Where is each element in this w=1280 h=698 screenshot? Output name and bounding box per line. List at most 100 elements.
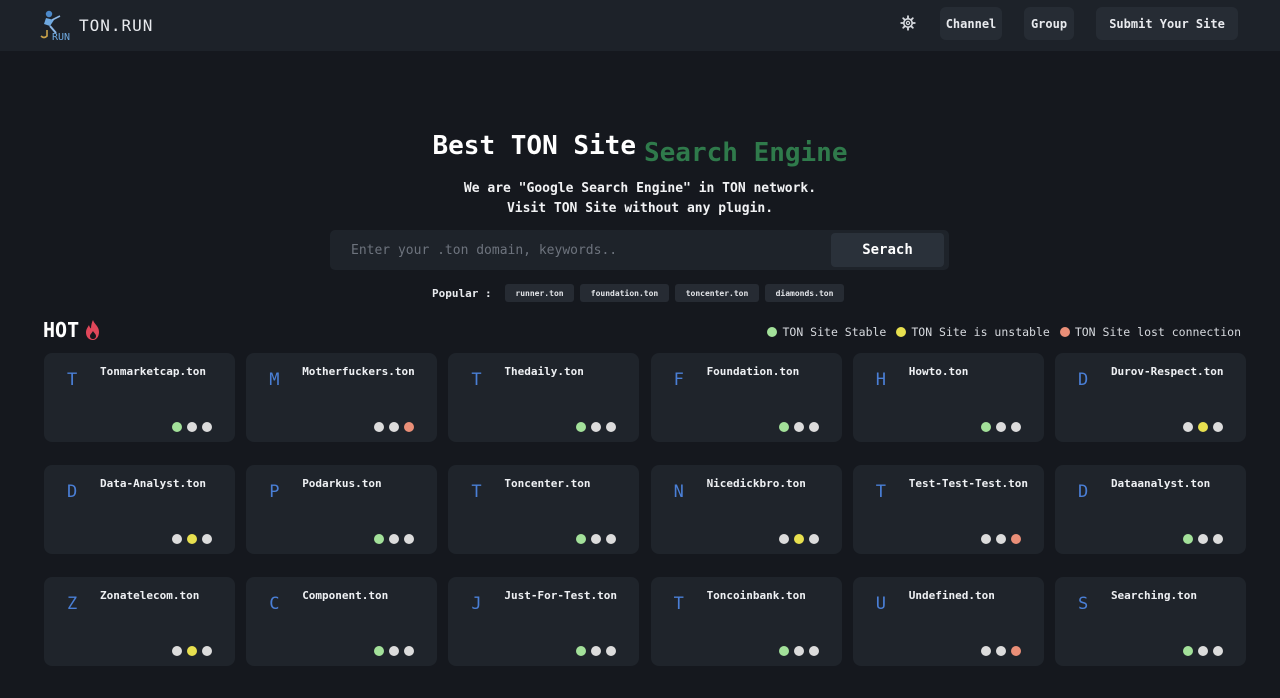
site-name: Undefined.ton — [908, 589, 995, 602]
submit-your-site-button[interactable]: Submit Your Site — [1096, 7, 1238, 40]
site-initial: T — [673, 594, 684, 614]
brand-link[interactable]: RUN TON.RUN — [38, 8, 153, 42]
site-status-dots — [571, 534, 617, 544]
site-initial: D — [1077, 482, 1089, 502]
site-name: Test-Test-Test.ton — [908, 477, 1028, 490]
legend-dot — [1059, 327, 1070, 337]
status-dot — [1197, 646, 1208, 656]
popular-chip-toncenter[interactable]: toncenter.ton — [675, 284, 759, 302]
status-dot — [793, 646, 804, 656]
site-name: Foundation.ton — [706, 365, 800, 378]
site-name: Toncoinbank.ton — [706, 589, 806, 602]
site-status-dots — [976, 646, 1021, 656]
site-status-dots — [369, 646, 415, 656]
site-initial: J — [471, 594, 482, 614]
site-card[interactable]: D Durov-Respect.ton — [1054, 353, 1246, 442]
site-name: Nicedickbro.ton — [706, 477, 806, 490]
status-dot — [576, 646, 587, 656]
site-card[interactable]: U Undefined.ton — [852, 577, 1044, 666]
hero-title-primary: Best TON Site — [432, 131, 637, 161]
hero-subtitle-line-1: We are "Google Search Engine" in TON net… — [463, 181, 817, 196]
status-dot — [1212, 534, 1223, 544]
site-name: Motherfuckers.ton — [302, 365, 415, 378]
status-dot — [1197, 422, 1208, 432]
site-initial: F — [673, 370, 684, 390]
status-dot — [172, 534, 182, 544]
site-initial: P — [269, 482, 280, 502]
status-dot — [404, 534, 415, 544]
site-status-dots — [976, 534, 1021, 544]
status-dot — [808, 534, 819, 544]
site-status-dots — [167, 534, 212, 544]
status-dot — [187, 534, 197, 544]
site-initial: D — [1077, 370, 1089, 390]
site-name: Tonmarketcap.ton — [100, 365, 206, 378]
site-status-dots — [1178, 422, 1223, 432]
status-dot — [793, 534, 804, 544]
popular-chip-foundation[interactable]: foundation.ton — [580, 284, 669, 302]
site-card[interactable]: T Toncenter.ton — [448, 465, 640, 554]
site-name: Toncenter.ton — [504, 477, 591, 490]
site-card[interactable]: S Searching.ton — [1054, 577, 1246, 666]
legend-label: TON Site is unstable — [911, 325, 1050, 339]
site-status-dots — [1178, 646, 1223, 656]
status-dot — [1212, 646, 1223, 656]
top-navbar: RUN TON.RUN Channel Group Submit Your Si… — [0, 0, 1280, 51]
site-card[interactable]: T Test-Test-Test.ton — [852, 465, 1044, 554]
fire-icon — [86, 320, 100, 340]
legend-label: TON Site Stable — [782, 325, 887, 339]
status-dot — [187, 422, 197, 432]
site-card[interactable]: T Toncoinbank.ton — [650, 577, 842, 666]
site-card[interactable]: T Tonmarketcap.ton — [44, 353, 235, 442]
status-dot — [374, 646, 385, 656]
status-dot — [1182, 422, 1193, 432]
site-status-dots — [167, 646, 212, 656]
status-dot — [808, 422, 819, 432]
group-button[interactable]: Group — [1024, 7, 1074, 40]
legend-dot — [767, 327, 778, 337]
search-input[interactable] — [330, 230, 830, 270]
site-card[interactable]: Z Zonatelecom.ton — [44, 577, 235, 666]
status-dot — [980, 422, 991, 432]
status-dot — [374, 422, 385, 432]
popular-chip-diamonds[interactable]: diamonds.ton — [765, 284, 844, 302]
site-status-dots — [369, 534, 415, 544]
status-dot — [591, 646, 602, 656]
status-legend: TON Site Stable TON Site is unstable TON S… — [757, 325, 1241, 339]
site-initial: U — [875, 594, 886, 614]
popular-chip-runner[interactable]: runner.ton — [505, 284, 574, 302]
status-dot — [1182, 646, 1193, 656]
site-name: Podarkus.ton — [302, 477, 382, 490]
site-initial: N — [673, 482, 684, 502]
site-initial: T — [67, 370, 78, 390]
status-dot — [606, 534, 617, 544]
site-card[interactable]: M Motherfuckers.ton — [246, 353, 438, 442]
site-name: Thedaily.ton — [504, 365, 584, 378]
site-name: Just-For-Test.ton — [504, 589, 617, 602]
svg-text:RUN: RUN — [52, 32, 70, 42]
site-status-dots — [774, 646, 819, 656]
status-dot — [980, 646, 991, 656]
status-dot — [793, 422, 804, 432]
site-card[interactable]: T Thedaily.ton — [448, 353, 640, 442]
status-dot — [778, 534, 789, 544]
site-card[interactable]: J Just-For-Test.ton — [448, 577, 640, 666]
status-dot — [374, 534, 385, 544]
settings-gear-icon[interactable] — [900, 15, 916, 31]
site-card[interactable]: D Dataanalyst.ton — [1054, 465, 1246, 554]
site-status-dots — [369, 422, 415, 432]
status-dot — [606, 422, 617, 432]
site-card[interactable]: D Data-Analyst.ton — [44, 465, 235, 554]
site-status-dots — [774, 534, 819, 544]
status-dot — [591, 422, 602, 432]
site-name: Data-Analyst.ton — [100, 477, 206, 490]
site-card[interactable]: C Component.ton — [246, 577, 438, 666]
status-dot — [202, 646, 212, 656]
search-button[interactable]: Serach — [831, 233, 944, 267]
channel-button[interactable]: Channel — [940, 7, 1002, 40]
site-card[interactable]: F Foundation.ton — [650, 353, 842, 442]
status-dot — [591, 534, 602, 544]
site-card[interactable]: P Podarkus.ton — [246, 465, 438, 554]
site-card[interactable]: N Nicedickbro.ton — [650, 465, 842, 554]
site-card[interactable]: H Howto.ton — [852, 353, 1044, 442]
